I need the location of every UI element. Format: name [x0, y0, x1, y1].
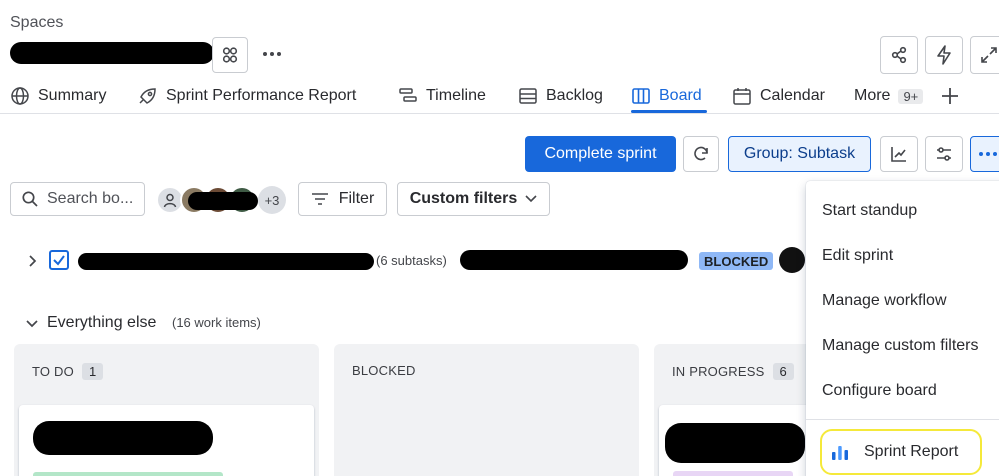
card-label-tag [33, 472, 223, 476]
ellipsis-icon [263, 52, 281, 56]
chart-line-icon [891, 147, 906, 162]
tab-calendar[interactable]: Calendar [732, 84, 825, 108]
tab-label: More [854, 87, 891, 104]
swimlane-count: (16 work items) [172, 315, 261, 330]
tab-label: Timeline [426, 87, 486, 104]
collapse-swimlane-button[interactable] [24, 315, 40, 331]
people-icon [222, 47, 238, 63]
tab-label: Backlog [546, 87, 603, 104]
subtasks-count: (6 subtasks) [376, 253, 447, 268]
board-more-button[interactable] [970, 136, 999, 172]
tab-board[interactable]: Board [631, 84, 702, 108]
tab-more[interactable]: More 9+ [854, 84, 924, 108]
ellipsis-icon [979, 152, 997, 156]
custom-filters-label: Custom filters [409, 190, 518, 207]
column-header: IN PROGRESS 6 [672, 363, 794, 380]
chevron-down-icon [26, 320, 38, 328]
search-box[interactable]: Search bo... [10, 182, 145, 216]
expand-icon [981, 47, 997, 63]
status-badge[interactable]: BLOCKED [699, 252, 774, 270]
more-avatars-count[interactable]: +3 [258, 186, 286, 214]
redacted-card-title [665, 423, 805, 463]
breadcrumb[interactable]: Spaces [10, 14, 63, 32]
column-title: TO DO [32, 364, 74, 379]
redacted-avatars [188, 192, 258, 210]
tab-label: Sprint Performance Report [166, 87, 357, 104]
tab-label: Summary [38, 87, 107, 104]
tab-sprint-performance-report[interactable]: Sprint Performance Report [138, 84, 356, 108]
board-icon [632, 88, 650, 104]
board-column-blocked: BLOCKED [334, 344, 639, 476]
more-count-badge: 9+ [898, 88, 924, 104]
chevron-right-icon [29, 255, 37, 267]
menu-item-edit-sprint[interactable]: Edit sprint [822, 247, 893, 265]
menu-divider [806, 419, 999, 420]
card-label-tag [673, 471, 793, 476]
work-item-card[interactable] [19, 405, 314, 476]
more-actions-button[interactable] [258, 40, 286, 68]
tab-timeline[interactable]: Timeline [398, 84, 486, 108]
board-column-todo: TO DO 1 [14, 344, 319, 476]
menu-item-sprint-report[interactable]: Sprint Report [820, 429, 982, 475]
calendar-icon [733, 88, 751, 105]
redacted-parent-meta [460, 250, 688, 270]
tabs-divider [0, 113, 999, 114]
tab-summary[interactable]: Summary [10, 84, 106, 108]
bar-chart-icon [832, 446, 848, 460]
menu-item-start-standup[interactable]: Start standup [822, 202, 917, 220]
insights-button[interactable] [880, 136, 918, 172]
lightning-icon [937, 45, 951, 65]
tab-label: Board [659, 87, 702, 104]
checkmark-icon [53, 255, 65, 266]
backlog-icon [519, 88, 537, 104]
automation-button[interactable] [925, 36, 963, 74]
rocket-icon [139, 88, 156, 104]
filter-button[interactable]: Filter [298, 182, 387, 216]
person-icon [163, 193, 177, 208]
menu-item-manage-workflow[interactable]: Manage workflow [822, 292, 947, 310]
expand-parent-button[interactable] [24, 253, 40, 269]
sliders-icon [937, 147, 951, 161]
redacted-card-title [33, 421, 213, 455]
column-title: BLOCKED [352, 363, 416, 378]
plus-icon [942, 88, 958, 104]
fullscreen-button[interactable] [970, 36, 999, 74]
chevron-down-icon [525, 195, 537, 203]
tab-backlog[interactable]: Backlog [518, 84, 603, 108]
menu-item-configure-board[interactable]: Configure board [822, 382, 937, 400]
custom-filters-dropdown[interactable]: Custom filters [397, 182, 550, 216]
column-count: 6 [772, 363, 794, 380]
redacted-space-name [10, 42, 214, 64]
task-type-icon [49, 250, 69, 270]
column-header: BLOCKED [352, 363, 416, 378]
filter-icon [311, 193, 328, 205]
share-icon [891, 46, 907, 64]
share-button[interactable] [880, 36, 918, 74]
search-icon [22, 191, 38, 207]
refresh-icon [694, 146, 708, 161]
column-count: 1 [81, 363, 104, 380]
board-actions-menu: Start standup Edit sprint Manage workflo… [806, 181, 999, 476]
globe-icon [11, 87, 29, 105]
swimlane-title: Everything else [47, 314, 157, 331]
redacted-parent-title [78, 253, 374, 270]
filter-label: Filter [338, 190, 375, 207]
column-header: TO DO 1 [32, 363, 104, 380]
menu-item-manage-custom-filters[interactable]: Manage custom filters [822, 337, 979, 355]
tab-label: Calendar [760, 87, 825, 104]
view-settings-button[interactable] [925, 136, 963, 172]
timeline-icon [399, 88, 417, 102]
complete-sprint-button[interactable]: Complete sprint [525, 136, 676, 172]
group-by-button[interactable]: Group: Subtask [728, 136, 871, 172]
add-tab-button[interactable] [939, 85, 961, 107]
refresh-button[interactable] [683, 136, 719, 172]
column-title: IN PROGRESS [672, 364, 765, 379]
team-button[interactable] [212, 37, 248, 73]
menu-item-label: Sprint Report [864, 443, 959, 460]
search-placeholder: Search bo... [47, 190, 134, 207]
assignee-avatar[interactable] [779, 247, 805, 273]
